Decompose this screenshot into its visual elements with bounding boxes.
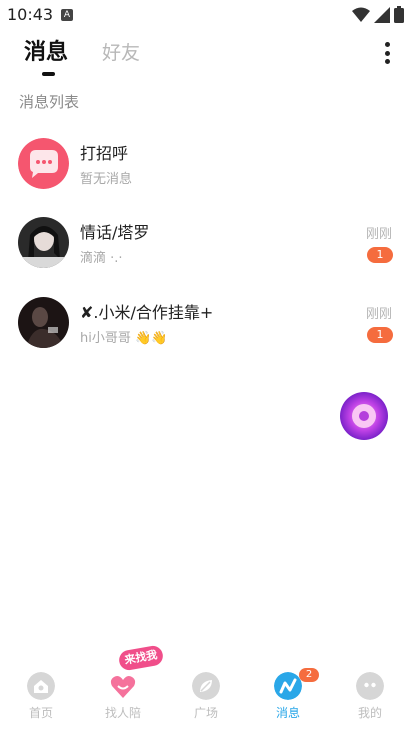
conversation-time: 刚刚 (365, 227, 392, 242)
nav-label: 找人陪 (104, 706, 141, 720)
bottom-nav: 首页 找人陪 广场 2 消息 我的 (0, 660, 412, 734)
tab-indicator (42, 72, 55, 76)
leaf-icon (192, 672, 220, 700)
tab-messages[interactable]: 消息 (24, 34, 68, 66)
conversation-message: hi小哥哥 👋👋 (80, 331, 168, 346)
avatar (18, 297, 69, 348)
profile-icon (356, 672, 384, 700)
unread-badge: 1 (367, 327, 393, 343)
signal-icon (374, 6, 390, 23)
nav-item-messages[interactable]: 2 消息 (258, 660, 319, 730)
heart-icon (110, 676, 136, 698)
message-icon (274, 672, 302, 700)
nav-label: 广场 (193, 706, 218, 720)
conversation-item[interactable]: 打招呼 暂无消息 (0, 138, 412, 208)
nav-badge: 2 (299, 668, 319, 682)
conversation-time: 刚刚 (365, 307, 392, 322)
conversation-item[interactable]: ✘.小米/合作挂靠+ hi小哥哥 👋👋 刚刚 1 (0, 297, 412, 367)
conversation-name: 打招呼 (80, 144, 129, 163)
status-bar: 10:43 A (0, 0, 412, 30)
nav-label: 我的 (357, 706, 382, 720)
nav-label: 首页 (28, 706, 53, 720)
more-vertical-icon[interactable] (382, 42, 392, 64)
avatar (18, 217, 69, 268)
notification-icon: A (61, 9, 73, 21)
home-icon (27, 672, 55, 700)
battery-icon (394, 6, 404, 23)
conversation-message: 滴滴 ·.· (80, 251, 123, 266)
unread-badge: 1 (367, 247, 393, 263)
status-time: 10:43 (7, 5, 54, 24)
conversation-item[interactable]: 情话/塔罗 滴滴 ·.· 刚刚 1 (0, 217, 412, 287)
nav-item-plaza[interactable]: 广场 (176, 660, 236, 730)
section-title: 消息列表 (19, 93, 80, 111)
status-icons (352, 6, 404, 23)
nav-label: 消息 (275, 706, 300, 720)
chat-bubble-icon (18, 138, 69, 189)
nav-item-profile[interactable]: 我的 (340, 660, 400, 730)
conversation-name: 情话/塔罗 (80, 223, 150, 242)
conversation-name: ✘.小米/合作挂靠+ (80, 303, 214, 322)
conversation-message: 暂无消息 (80, 172, 133, 187)
nav-item-home[interactable]: 首页 (11, 660, 71, 730)
nav-item-find[interactable]: 找人陪 (93, 660, 153, 730)
tab-friends[interactable]: 好友 (102, 38, 140, 65)
wifi-icon (352, 7, 370, 22)
disc-icon[interactable] (339, 391, 389, 441)
